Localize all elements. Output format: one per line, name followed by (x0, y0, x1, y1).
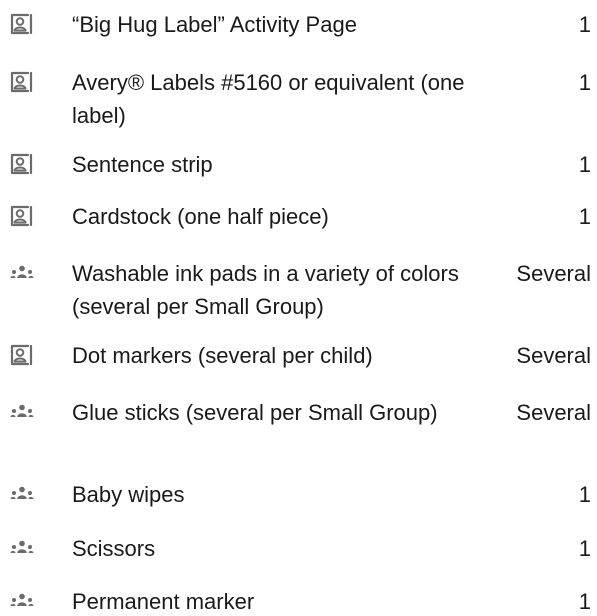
group-icon (9, 401, 35, 423)
child-icon (9, 153, 35, 175)
material-name: Scissors (72, 536, 156, 561)
child-icon (9, 344, 35, 366)
material-quantity: Several (516, 400, 591, 425)
material-name: Avery® Labels #5160 or equivalent (one l… (72, 70, 465, 128)
material-name: Cardstock (one half piece) (72, 204, 329, 229)
material-quantity: Several (516, 343, 591, 368)
group-icon (9, 537, 35, 559)
material-name: “Big Hug Label” Activity Page (72, 12, 357, 37)
material-name: Permanent marker (72, 589, 255, 614)
material-quantity: Several (516, 261, 591, 286)
material-quantity: 1 (578, 482, 591, 507)
group-icon (9, 262, 35, 284)
material-name: Glue sticks (several per Small Group) (72, 400, 438, 425)
material-quantity: 1 (578, 589, 591, 614)
child-icon (9, 205, 35, 227)
material-name: Sentence strip (72, 152, 213, 177)
material-quantity: 1 (578, 12, 591, 37)
material-quantity: 1 (578, 536, 591, 561)
material-name: Baby wipes (72, 482, 185, 507)
material-quantity: 1 (578, 152, 591, 177)
material-quantity: 1 (578, 70, 591, 95)
materials-list: “Big Hug Label” Activity Page 1 Avery® L… (0, 0, 597, 616)
child-icon (9, 13, 35, 35)
child-icon (9, 71, 35, 93)
material-name: Dot markers (several per child) (72, 343, 373, 368)
group-icon (9, 483, 35, 505)
material-name: Washable ink pads in a variety of colors… (72, 261, 459, 319)
group-icon (9, 590, 35, 612)
material-quantity: 1 (578, 204, 591, 229)
